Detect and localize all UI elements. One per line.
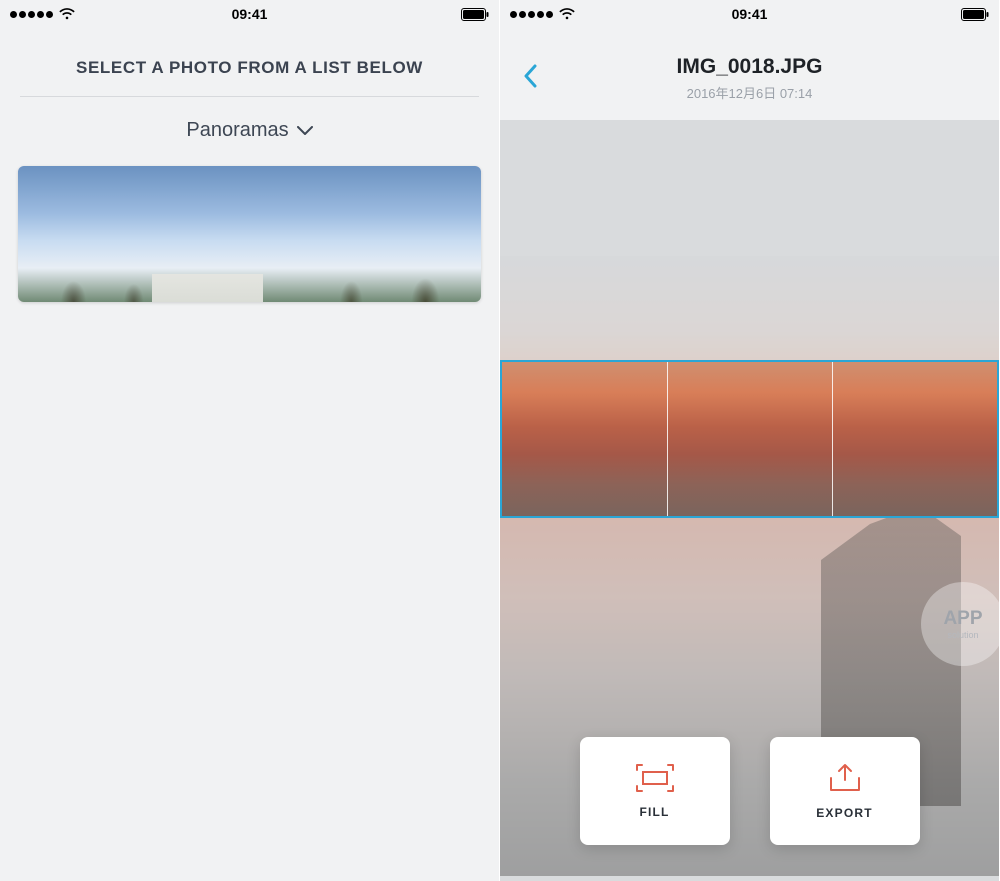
picker-title: SELECT A PHOTO FROM A LIST BELOW: [20, 58, 479, 78]
chevron-left-icon: [523, 64, 537, 93]
status-bar: 09:41: [0, 0, 499, 28]
export-button-label: EXPORT: [816, 806, 873, 820]
fill-button[interactable]: FILL: [580, 737, 730, 845]
export-button[interactable]: EXPORT: [770, 737, 920, 845]
fill-icon: [633, 763, 677, 793]
status-time: 09:41: [500, 6, 999, 22]
screen-photo-picker: 09:41 SELECT A PHOTO FROM A LIST BELOW P…: [0, 0, 500, 881]
editor-header: IMG_0018.JPG 2016年12月6日 07:14: [500, 28, 999, 120]
watermark-text-main: APP: [943, 608, 982, 630]
export-icon: [825, 762, 865, 794]
crop-selection[interactable]: [500, 360, 999, 518]
file-title: IMG_0018.JPG: [677, 55, 823, 79]
file-subtitle: 2016年12月6日 07:14: [687, 83, 813, 102]
action-row: FILL EXPORT: [500, 737, 999, 845]
watermark-badge: APP solution: [921, 582, 1000, 666]
divider: [20, 96, 479, 97]
fill-button-label: FILL: [639, 805, 669, 819]
chevron-down-icon: [297, 126, 313, 136]
crop-grid-line: [667, 362, 668, 516]
editor-body: APP solution FILL: [500, 120, 999, 881]
album-selector-label: Panoramas: [186, 119, 288, 142]
crop-grid-line: [832, 362, 833, 516]
back-button[interactable]: [514, 62, 546, 94]
status-time: 09:41: [0, 6, 499, 22]
picker-header: SELECT A PHOTO FROM A LIST BELOW: [0, 28, 499, 96]
status-bar: 09:41: [500, 0, 999, 28]
album-selector[interactable]: Panoramas: [0, 119, 499, 142]
screen-crop-editor: 09:41 IMG_0018.JPG 2016年12月6日 07:14 APP …: [500, 0, 1000, 881]
photo-thumbnail[interactable]: [18, 166, 481, 302]
watermark-text-sub: solution: [947, 630, 978, 640]
